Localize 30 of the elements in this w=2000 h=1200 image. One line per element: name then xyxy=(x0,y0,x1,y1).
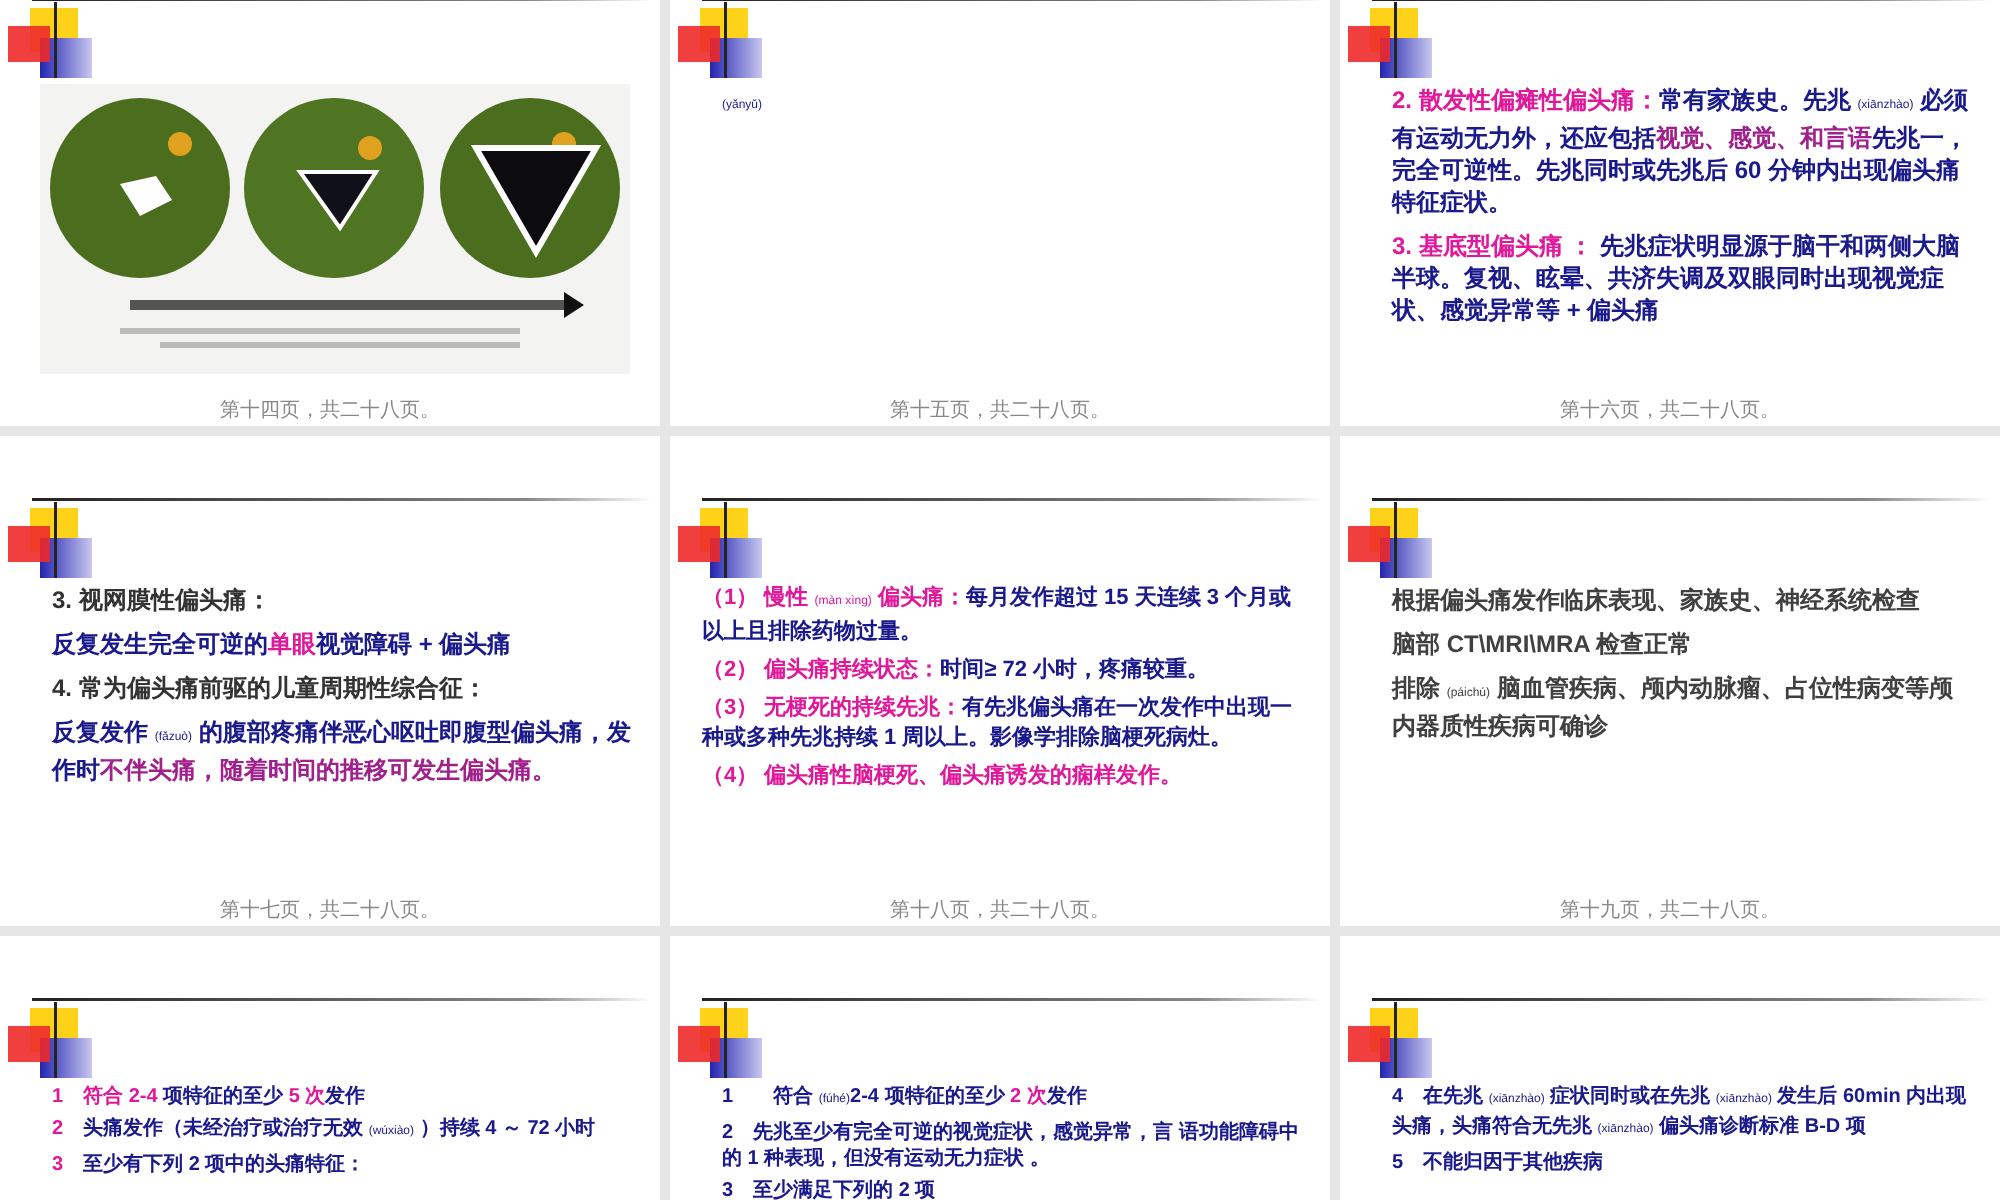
logo-drawing xyxy=(8,2,92,78)
slide-text: 3 至少有下列 2 项中的头痛特征： xyxy=(52,1152,368,1178)
slide-text: 脑部 CT\MRI\MRA 检查正常 xyxy=(1392,628,1695,660)
page-number: 第十五页，共二十八页。 xyxy=(890,400,1110,422)
logo-drawing xyxy=(678,502,762,578)
page-number: 第十八页，共二十八页。 xyxy=(890,900,1110,922)
slide-text: 5 不能归因于其他疾病 xyxy=(1392,1150,1606,1176)
slide-text: （3） 无梗死的持续先兆：有先兆偏头痛在一次发作中出现一种或多种先兆持续 1 周以上。影像学排除脑梗死病灶。 xyxy=(702,694,1295,754)
slide-thumbnail[interactable]: 第十四页，共二十八页。 xyxy=(0,0,660,426)
slide-text: 3. 基底型偏头痛 ： 先兆症状明显源于脑干和两侧大脑半球。复视、眩晕、共济失调及双眼同时出现视觉症状、感觉异常等 + 偏头痛 xyxy=(1392,230,1963,326)
page-number: 第十七页，共二十八页。 xyxy=(220,900,440,922)
logo-drawing xyxy=(8,502,92,578)
logo-drawing xyxy=(1348,502,1432,578)
logo-drawing xyxy=(678,2,762,78)
slide-text: （2） 偏头痛持续状态：时间≥ 72 小时，疼痛较重。 xyxy=(702,656,1212,686)
slide-text: 3. 视网膜性偏头痛： xyxy=(52,584,273,616)
slide-text: 1 符合 2-4 项特征的至少 5 次发作 xyxy=(52,1084,368,1110)
slide-text: 3 至少满足下列的 2 项 xyxy=(722,1178,938,1200)
logo-drawing xyxy=(1348,2,1432,78)
page-number: 第十四页，共二十八页。 xyxy=(220,400,440,422)
page-number: 第十六页，共二十八页。 xyxy=(1560,400,1780,422)
logo-drawing xyxy=(1348,1002,1432,1078)
slide-text: 2 先兆至少有完全可逆的视觉症状，感觉异常，言 语功能障碍中的 1 种表现，但没有运动无力症状 。 xyxy=(722,1120,1301,1172)
slide-text: 反复发生完全可逆的单眼视觉障碍 + 偏头痛 xyxy=(52,628,514,660)
page-number: 第十九页，共二十八页。 xyxy=(1560,900,1780,922)
slide-text: 根据偏头痛发作临床表现、家族史、神经系统检查 xyxy=(1392,584,1922,616)
logo-drawing xyxy=(678,1002,762,1078)
logo-drawing xyxy=(8,1002,92,1078)
slide-text: 4. 常为偏头痛前驱的儿童周期性综合征： xyxy=(52,672,489,704)
slide-text: （4） 偏头痛性脑梗死、偏头痛诱发的痫样发作。 xyxy=(702,762,1185,792)
